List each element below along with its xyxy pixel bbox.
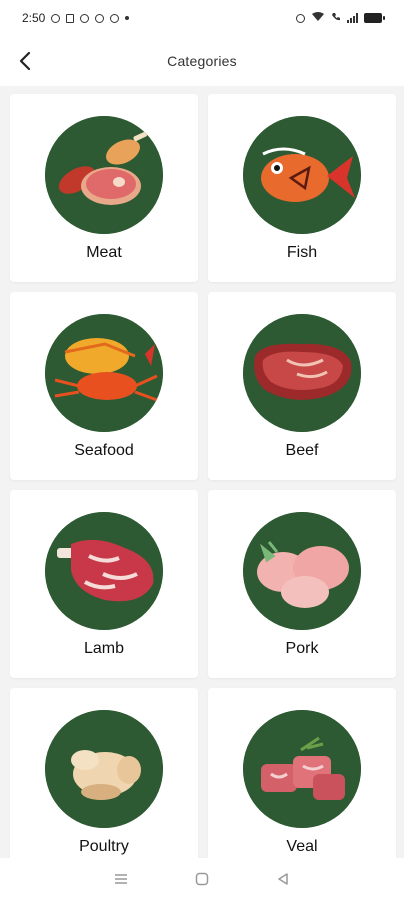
fish-icon — [243, 116, 361, 234]
category-card-pork[interactable]: Pork — [208, 490, 396, 678]
category-card-fish[interactable]: Fish — [208, 94, 396, 282]
back-nav-button[interactable] — [268, 864, 298, 894]
category-card-beef[interactable]: Beef — [208, 292, 396, 480]
status-time: 2:50 — [22, 11, 46, 25]
wifi-icon — [311, 11, 325, 25]
category-card-poultry[interactable]: Poultry — [10, 688, 198, 858]
battery-icon — [364, 13, 385, 23]
whatsapp-icon — [51, 13, 61, 23]
category-label: Veal — [286, 838, 318, 855]
triangle-back-icon — [278, 873, 289, 885]
recent-apps-button[interactable] — [106, 864, 136, 894]
status-bar: 2:50 — [0, 0, 404, 36]
category-grid: Meat Fish Seafood Beef Lamb Pork Poultry… — [0, 86, 404, 858]
back-button[interactable] — [10, 46, 40, 76]
lamb-icon — [45, 512, 163, 630]
beef-icon — [243, 314, 361, 432]
meat-icon — [45, 116, 163, 234]
call-icon — [331, 11, 341, 25]
veal-icon — [243, 710, 361, 828]
category-card-meat[interactable]: Meat — [10, 94, 198, 282]
seafood-icon — [45, 314, 163, 432]
notification-icon — [80, 13, 90, 23]
system-nav-bar — [0, 858, 404, 900]
messenger-icon — [110, 13, 120, 23]
status-left: 2:50 — [22, 11, 130, 25]
category-label: Lamb — [83, 640, 125, 657]
home-square-icon — [195, 872, 209, 886]
chevron-left-icon — [19, 51, 31, 71]
category-label: Beef — [285, 442, 319, 459]
category-label: Seafood — [74, 442, 134, 459]
category-label: Poultry — [79, 838, 129, 855]
more-notifications-icon — [125, 16, 130, 20]
category-label: Meat — [86, 244, 122, 261]
share-icon — [95, 13, 105, 23]
document-icon — [66, 13, 75, 23]
status-right — [296, 11, 385, 25]
home-button[interactable] — [187, 864, 217, 894]
pork-icon — [243, 512, 361, 630]
app-header: Categories — [0, 36, 404, 86]
signal-icon — [347, 13, 358, 23]
alarm-icon — [296, 13, 305, 23]
category-card-seafood[interactable]: Seafood — [10, 292, 198, 480]
page-title: Categories — [167, 53, 237, 69]
category-card-lamb[interactable]: Lamb — [10, 490, 198, 678]
category-label: Pork — [285, 640, 319, 657]
category-card-veal[interactable]: Veal — [208, 688, 396, 858]
category-label: Fish — [286, 244, 318, 261]
poultry-icon — [45, 710, 163, 828]
menu-icon — [114, 874, 127, 884]
